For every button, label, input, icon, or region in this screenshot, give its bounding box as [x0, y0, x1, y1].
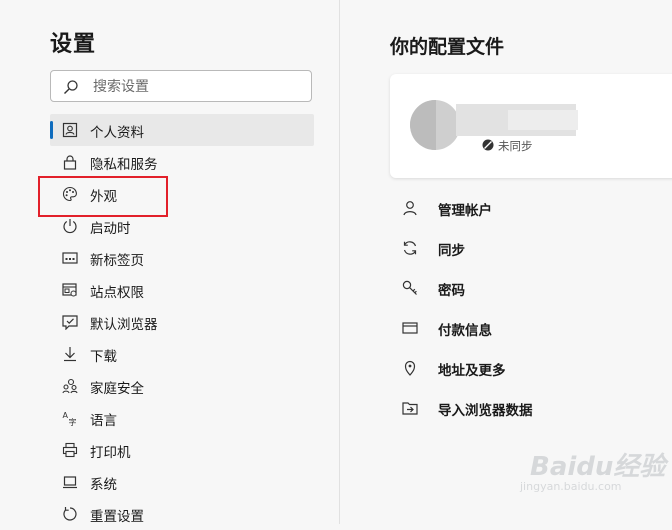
key-icon [402, 280, 417, 295]
addresses-item[interactable]: 地址及更多 [390, 352, 670, 384]
sidebar-item-new-tab[interactable]: 新标签页 [50, 242, 314, 274]
search-input[interactable] [91, 75, 305, 99]
sidebar-item-family-safety[interactable]: 家庭安全 [50, 370, 314, 402]
avatar [410, 100, 460, 150]
sidebar-item-label: 启动时 [90, 221, 131, 237]
sidebar-item-label: 重置设置 [90, 509, 144, 525]
passwords-item[interactable]: 密码 [390, 272, 670, 304]
baidu-watermark: Baidu经验 jingyan.baidu.com [520, 444, 670, 496]
sidebar-item-label: 站点权限 [90, 285, 144, 301]
sidebar-item-label: 下载 [90, 349, 117, 365]
manage-account-item[interactable]: 管理帐户 [390, 192, 670, 224]
import-icon [402, 402, 418, 415]
sidebar-item-label: 语言 [90, 413, 117, 429]
sidebar-item-label: 个人资料 [90, 125, 144, 141]
sidebar-item-label: 家庭安全 [90, 381, 144, 397]
sidebar-item-system[interactable]: 系统 [50, 466, 314, 498]
search-icon [64, 80, 78, 94]
watermark-brand: Baidu经验 [530, 452, 666, 482]
payment-info-item[interactable]: 付款信息 [390, 312, 670, 344]
svg-text:字: 字 [69, 417, 77, 426]
location-icon [404, 360, 416, 376]
sidebar-item-languages[interactable]: A 字 语言 [50, 402, 314, 434]
settings-sidebar: 设置 个人资料 隐私和服务 外观 [0, 0, 339, 525]
sync-off-icon [482, 139, 494, 151]
language-icon: A 字 [63, 411, 77, 426]
item-label: 付款信息 [438, 323, 492, 339]
item-label: 同步 [438, 243, 465, 259]
sync-item[interactable]: 同步 [390, 232, 670, 264]
profile-name-redacted-2 [508, 110, 578, 130]
sidebar-item-profile[interactable]: 个人资料 [50, 114, 314, 146]
profile-card: 未同步 [390, 74, 672, 178]
printer-icon [62, 442, 78, 458]
sidebar-item-label: 打印机 [90, 445, 131, 461]
default-browser-icon [62, 315, 78, 330]
download-icon [64, 347, 76, 362]
import-browser-data-item[interactable]: 导入浏览器数据 [390, 392, 670, 424]
item-label: 密码 [438, 283, 465, 299]
site-permissions-icon [62, 283, 77, 297]
lock-icon [63, 155, 77, 170]
active-indicator [50, 121, 53, 139]
sidebar-item-default-browser[interactable]: 默认浏览器 [50, 306, 314, 338]
sidebar-item-privacy[interactable]: 隐私和服务 [50, 146, 314, 178]
power-icon [63, 219, 77, 234]
settings-title: 设置 [50, 32, 97, 57]
highlight-annotation [38, 176, 168, 217]
person-icon [403, 201, 417, 216]
sidebar-item-printers[interactable]: 打印机 [50, 434, 314, 466]
page-title: 你的配置文件 [390, 36, 505, 58]
system-icon [63, 476, 77, 489]
new-tab-icon [62, 252, 78, 264]
sidebar-item-label: 系统 [90, 477, 117, 493]
sidebar-item-downloads[interactable]: 下载 [50, 338, 314, 370]
sidebar-item-label: 默认浏览器 [90, 317, 158, 333]
sidebar-item-reset[interactable]: 重置设置 [50, 498, 314, 530]
item-label: 导入浏览器数据 [438, 403, 533, 419]
sidebar-item-site-permissions[interactable]: 站点权限 [50, 274, 314, 306]
reset-icon [63, 507, 77, 521]
sidebar-item-label: 新标签页 [90, 253, 144, 269]
item-label: 管理帐户 [438, 203, 492, 219]
sync-status-label: 未同步 [498, 139, 533, 153]
item-label: 地址及更多 [438, 363, 506, 379]
sidebar-item-label: 隐私和服务 [90, 157, 158, 173]
watermark-url: jingyan.baidu.com [520, 480, 622, 493]
family-icon [62, 378, 78, 394]
card-icon [402, 322, 418, 334]
search-box[interactable] [50, 70, 312, 102]
sync-icon [403, 241, 417, 255]
profile-icon [62, 122, 78, 138]
